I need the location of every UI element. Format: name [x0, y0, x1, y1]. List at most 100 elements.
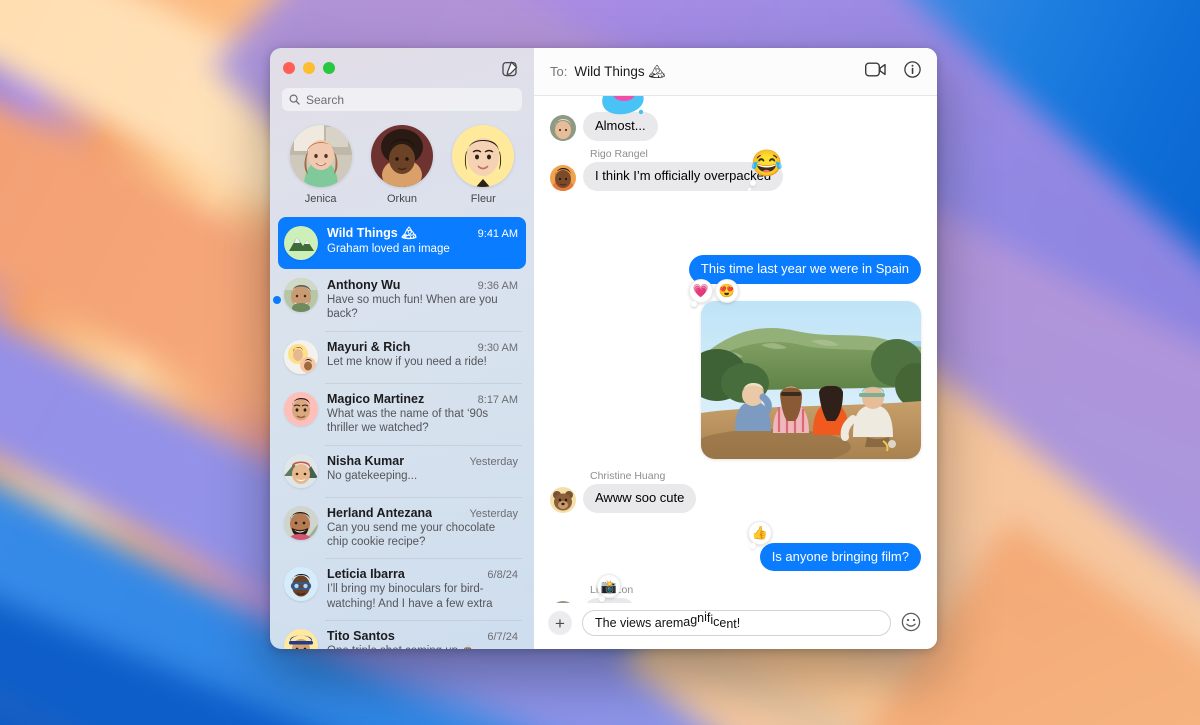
conversation-name: Magico Martinez [327, 391, 425, 406]
sidebar: Search Jenica Orkun Fleur Wild Things 🏔 … [270, 48, 534, 649]
pinned-item-label: Orkun [387, 193, 417, 205]
message-list[interactable]: Almost... Rigo Rangel I think I’m offici… [534, 96, 937, 603]
message-bubble[interactable]: I am! [583, 598, 636, 603]
message-sender-name: Liz Dizon [590, 584, 633, 597]
traffic-lights [283, 62, 335, 74]
conversation-row-leticia-ibarra[interactable]: Leticia Ibarra 6/8/24 I’ll bring my bino… [278, 558, 526, 620]
conversation-pane: To: Wild Things 🏔 Almost... Rigo Rangel … [534, 48, 937, 649]
message-bubble[interactable]: Awww soo cute [583, 483, 697, 513]
tapback-heart-eyes[interactable]: 😍 [715, 278, 739, 303]
tapback-group[interactable]: 📸 [597, 574, 621, 599]
conversation-row-wild-things[interactable]: Wild Things 🏔 9:41 AM Graham loved an im… [278, 217, 526, 269]
conversation-row-anthony-wu[interactable]: Anthony Wu 9:36 AM Have so much fun! Whe… [273, 269, 526, 331]
message-row: 💗 😍 [550, 278, 921, 459]
conversation-preview: No gatekeeping... [327, 469, 418, 482]
message-input-effect-letter: g [690, 613, 698, 627]
zoom-button[interactable] [323, 62, 335, 74]
conversation-row-nisha-kumar[interactable]: Nisha Kumar Yesterday No gatekeeping... [278, 444, 526, 497]
conversation-name: Mayuri & Rich [327, 339, 411, 354]
message-input-effect-word: magnificent! [672, 611, 741, 631]
minimize-button[interactable] [303, 62, 315, 74]
add-attachment-button[interactable]: + [548, 611, 572, 635]
pinned-item-orkun[interactable]: Orkun [365, 125, 439, 205]
pinned-conversations: Jenica Orkun Fleur [270, 121, 534, 217]
conversation-title[interactable]: Wild Things 🏔 [574, 64, 665, 80]
avatar [550, 486, 576, 513]
tapback-group[interactable]: 😂 [748, 144, 786, 182]
photo-attachment[interactable]: 💗 😍 [689, 278, 921, 459]
conversation-row-magico-martinez[interactable]: Magico Martinez 8:17 AM What was the nam… [278, 382, 526, 445]
tapback-heart[interactable]: 💗 [689, 278, 713, 303]
message-input[interactable]: The views are magnificent! [582, 610, 891, 636]
tapback-thumbs-up[interactable]: 👍 [747, 520, 772, 545]
conversation-name: Nisha Kumar [327, 453, 405, 468]
message-row: 👍 Is anyone bringing film? [550, 520, 921, 572]
message-input-effect-letter: ! [736, 616, 741, 630]
conversation-header: To: Wild Things 🏔 [534, 48, 937, 96]
avatar [550, 114, 576, 141]
window-titlebar [270, 48, 534, 88]
conversation-time: 6/8/24 [487, 569, 518, 582]
message-bubble[interactable]: Is anyone bringing film? [759, 542, 921, 572]
conversation-name: Leticia Ibarra [327, 567, 405, 582]
search-icon [289, 94, 300, 105]
pinned-item-label: Fleur [470, 193, 496, 205]
conversation-preview: Graham loved an image [327, 243, 450, 255]
conversation-row-herland-antezana[interactable]: Herland Antezana Yesterday Can you send … [278, 496, 526, 559]
avatar [284, 391, 318, 426]
conversation-row-mayuri-rich[interactable]: Mayuri & Rich 9:30 AM Let me know if you… [278, 330, 526, 383]
conversation-time: 8:17 AM [477, 393, 518, 406]
avatar [550, 164, 576, 191]
search-container: Search [270, 88, 534, 121]
pinned-item-label: Jenica [304, 193, 337, 205]
avatar [284, 505, 318, 540]
tapback-group[interactable]: 👍 [747, 520, 772, 545]
search-input[interactable]: Search [282, 88, 522, 111]
pinned-item-jenica[interactable]: Jenica [284, 125, 358, 205]
to-label: To: [550, 64, 568, 79]
tapback-laugh[interactable]: 😂 [748, 144, 786, 182]
sticker-partial [600, 96, 646, 121]
tapback-group[interactable]: 💗 😍 [689, 278, 739, 303]
conversation-time: 9:41 AM [477, 228, 518, 240]
conversation-preview: Have so much fun! When are you back? [327, 294, 498, 321]
avatar [284, 567, 318, 602]
photo-image [701, 300, 921, 459]
conversation-preview: One triple shot coming up ☕ [327, 644, 518, 649]
pinned-item-fleur[interactable]: Fleur [446, 125, 520, 205]
emoji-picker-icon[interactable] [901, 612, 923, 634]
facetime-video-icon[interactable] [864, 62, 886, 82]
conversation-time: Yesterday [469, 455, 518, 468]
conversation-preview: I’ll bring my binoculars for bird-watchi… [327, 583, 493, 610]
message-input-effect-letter: n [697, 611, 705, 625]
message-input-effect-letter: n [726, 617, 734, 631]
tapback-camera[interactable]: 📸 [597, 574, 621, 599]
message-input-effect-letter: a [683, 615, 691, 629]
search-placeholder: Search [306, 92, 345, 107]
conversation-time: 9:30 AM [477, 341, 518, 354]
conversation-preview: Can you send me your chocolate chip cook… [327, 521, 496, 548]
message-composer: + The views are magnificent! [534, 603, 937, 649]
avatar [284, 629, 318, 649]
conversation-row-tito-santos[interactable]: Tito Santos 6/7/24 One triple shot comin… [278, 620, 526, 649]
message-row: I think I’m officially overpacked 😂 [550, 150, 921, 191]
avatar [550, 601, 576, 603]
conversation-list[interactable]: Wild Things 🏔 9:41 AM Graham loved an im… [270, 217, 534, 649]
header-actions [864, 60, 921, 83]
message-input-effect-letter: m [672, 616, 684, 630]
conversation-name: Herland Antezana [327, 505, 433, 520]
close-button[interactable] [283, 62, 295, 74]
avatar [284, 278, 318, 312]
conversation-details-icon[interactable] [904, 60, 921, 83]
avatar [370, 125, 433, 187]
compose-icon[interactable] [499, 57, 521, 79]
avatar [284, 453, 318, 488]
avatar [284, 339, 318, 374]
messages-window: Search Jenica Orkun Fleur Wild Things 🏔 … [270, 48, 937, 649]
message-sender-name: Christine Huang [590, 469, 666, 482]
conversation-time: 6/7/24 [487, 631, 518, 644]
message-input-prefix: The views are [595, 616, 673, 630]
avatar [289, 125, 352, 187]
conversation-name: Tito Santos [327, 629, 395, 644]
avatar [284, 226, 318, 260]
